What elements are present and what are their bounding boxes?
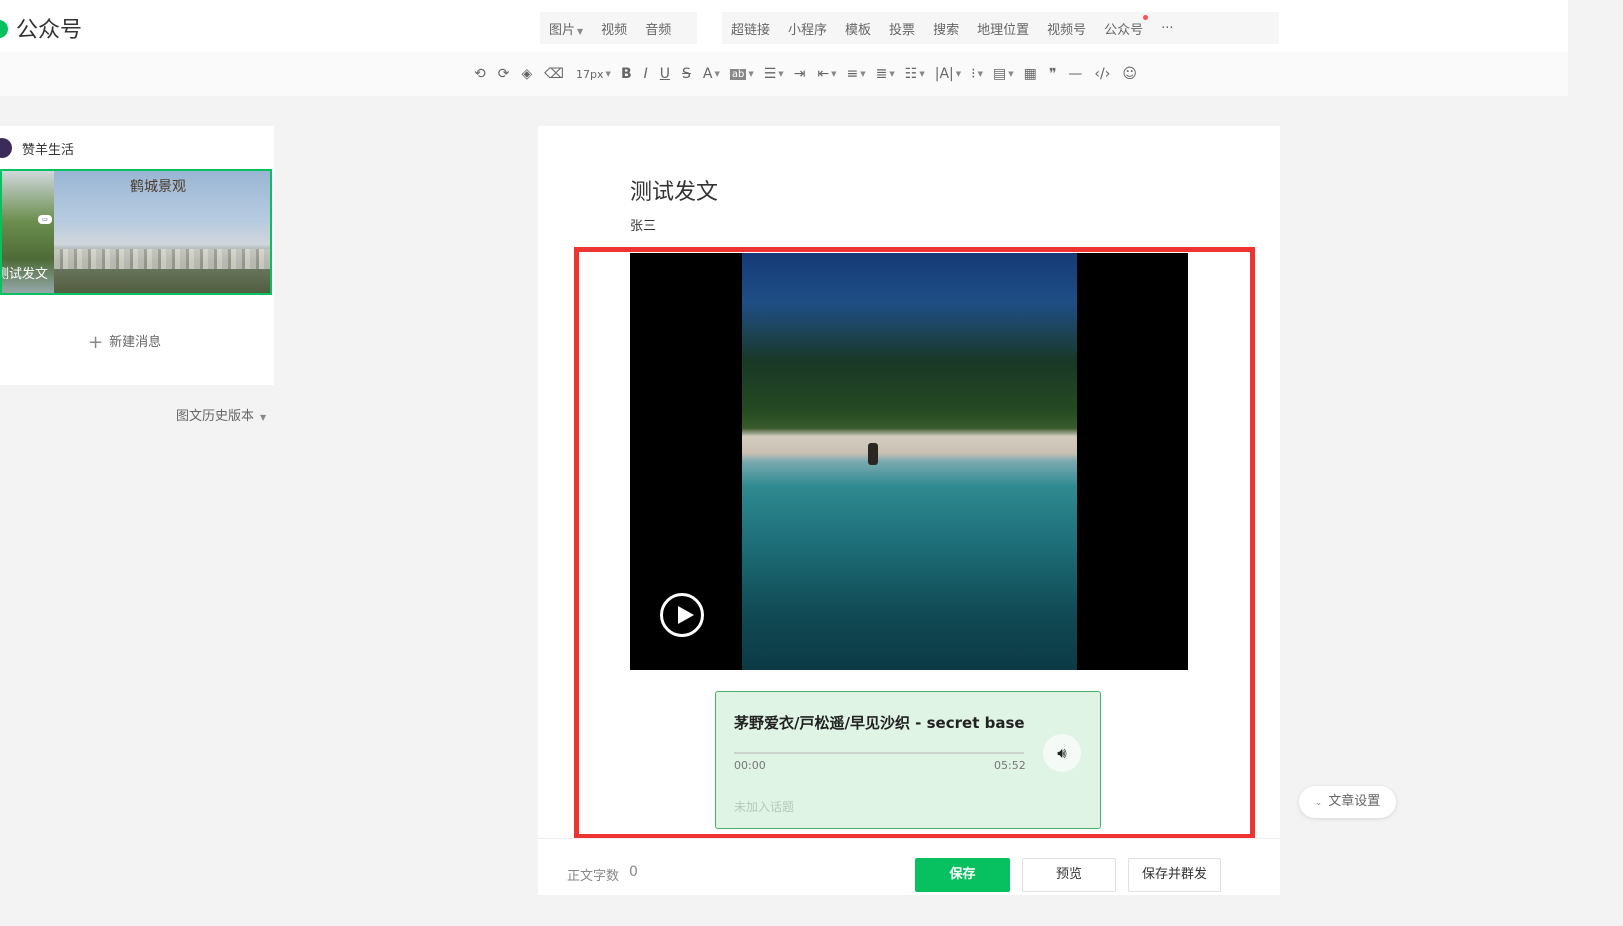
insert-image-menu[interactable]: 图片 ▼ xyxy=(540,19,592,38)
align-icon[interactable]: ☰ xyxy=(764,66,777,82)
insert-channels-button[interactable]: 视频号 xyxy=(1038,19,1095,38)
paragraph-spacing-icon[interactable]: ≣ xyxy=(876,66,888,82)
redo-icon[interactable]: ⟳ xyxy=(498,66,510,82)
history-version-link[interactable]: 图文历史版本 ▼ xyxy=(176,405,266,424)
format-toolbar: ⟲ ⟳ ◈ ⌫ 17px ▼ B I U S A ▼ ab ▼ ☰ ▼ ⇥ ⇤ ▼ ≡ ▼ … xyxy=(0,52,1568,96)
indent-icon[interactable]: ⇥ xyxy=(794,66,806,82)
cover-image: 鹤城景观 xyxy=(54,171,270,293)
insert-location-button[interactable]: 地理位置 xyxy=(968,19,1038,38)
font-color-icon[interactable]: A xyxy=(703,66,713,82)
insert-official-account-button[interactable]: 公众号 xyxy=(1095,14,1152,38)
divider-icon[interactable]: — xyxy=(1068,66,1082,82)
insert-more-group: 超链接 小程序 模板 投票 搜索 地理位置 视频号 公众号 ··· xyxy=(722,12,1279,44)
insert-audio-button[interactable]: 音频 xyxy=(636,19,680,38)
caret-down-icon: ▼ xyxy=(955,70,962,78)
caret-down-icon: ▼ xyxy=(977,70,983,78)
caret-down-icon: ▼ xyxy=(778,70,784,78)
more-options-button[interactable]: ··· xyxy=(1152,21,1182,36)
selection-highlight-box xyxy=(574,247,1255,839)
save-and-send-button[interactable]: 保存并群发 xyxy=(1128,858,1221,892)
bottom-action-bar: 正文字数 0 保存 预览 保存并群发 xyxy=(538,838,1280,895)
underline-icon[interactable]: U xyxy=(660,66,670,82)
article-thumbnail-card[interactable]: ▭ 测试发文 鹤城景观 xyxy=(0,169,272,295)
caret-down-icon: ▼ xyxy=(714,70,720,78)
float-icon[interactable]: ▤ xyxy=(993,66,1006,82)
cover-image-title: 鹤城景观 xyxy=(130,179,186,195)
city-skyline xyxy=(54,249,270,269)
previous-article-thumb[interactable]: ▭ 测试发文 xyxy=(0,171,54,293)
caret-down-icon: ▼ xyxy=(1008,70,1014,78)
article-editor: 测试发文 张三 茅野爱衣/戸松遥/早见沙织 - secret base 00:0… xyxy=(538,126,1280,895)
chevron-down-icon: ⌄ xyxy=(1314,798,1323,808)
letter-spacing-icon[interactable]: |A| xyxy=(935,66,954,82)
italic-icon[interactable]: I xyxy=(644,66,648,82)
bold-icon[interactable]: B xyxy=(621,66,632,82)
insert-media-group: 图片 ▼ 视频 音频 xyxy=(540,12,697,44)
caret-down-icon: ▼ xyxy=(748,70,754,78)
undo-icon[interactable]: ⟲ xyxy=(474,66,486,82)
quote-icon[interactable]: ❞ xyxy=(1049,66,1057,82)
code-icon[interactable]: ‹/› xyxy=(1094,66,1110,82)
font-size-select[interactable]: 17px xyxy=(576,68,604,81)
thumb-caption: 测试发文 xyxy=(0,267,49,282)
article-list-panel: 赞羊生活 ▭ 测试发文 鹤城景观 + 新建消息 xyxy=(0,126,274,385)
preview-button[interactable]: 预览 xyxy=(1022,858,1116,892)
insert-vote-button[interactable]: 投票 xyxy=(880,19,924,38)
article-title-input[interactable]: 测试发文 xyxy=(630,174,718,206)
account-avatar xyxy=(0,138,12,158)
list-icon[interactable]: ☷ xyxy=(905,66,918,82)
insert-miniprogram-button[interactable]: 小程序 xyxy=(779,19,836,38)
article-settings-button[interactable]: ⌄ 文章设置 xyxy=(1299,786,1396,818)
clear-format-icon[interactable]: ⌫ xyxy=(544,66,564,82)
brand-name: 公众号 xyxy=(16,18,83,43)
insert-hyperlink-button[interactable]: 超链接 xyxy=(722,19,779,38)
bullet-list-icon[interactable]: ⁝ xyxy=(971,66,975,82)
new-message-button[interactable]: + 新建消息 xyxy=(88,331,161,353)
caret-down-icon: ▼ xyxy=(919,70,925,78)
caret-down-icon: ▼ xyxy=(577,26,584,36)
emoji-icon[interactable]: ☺ xyxy=(1122,66,1137,82)
caret-down-icon: ▼ xyxy=(860,70,866,78)
format-brush-icon[interactable]: ◈ xyxy=(521,66,532,82)
save-button[interactable]: 保存 xyxy=(915,858,1010,892)
notification-dot xyxy=(1143,14,1149,20)
caret-down-icon: ▼ xyxy=(260,413,267,422)
image-count-badge: ▭ xyxy=(38,215,52,224)
insert-video-button[interactable]: 视频 xyxy=(592,19,636,38)
caret-down-icon: ▼ xyxy=(831,70,837,78)
caret-down-icon: ▼ xyxy=(889,70,895,78)
outdent-icon[interactable]: ⇤ xyxy=(817,66,829,82)
word-count-label: 正文字数 xyxy=(567,869,620,884)
highlight-icon[interactable]: ab xyxy=(729,68,747,80)
plus-icon: + xyxy=(88,332,104,353)
line-spacing-icon[interactable]: ≡ xyxy=(847,66,859,82)
article-author-input[interactable]: 张三 xyxy=(630,215,656,234)
caret-down-icon: ▼ xyxy=(605,70,611,78)
insert-template-button[interactable]: 模板 xyxy=(836,19,880,38)
strikethrough-icon[interactable]: S xyxy=(682,66,691,82)
wechat-logo-icon xyxy=(0,20,8,38)
top-header: 公众号 图片 ▼ 视频 音频 超链接 小程序 模板 投票 搜索 地理位置 视频号 … xyxy=(0,0,1568,52)
table-icon[interactable]: ▦ xyxy=(1024,66,1037,82)
account-name: 赞羊生活 xyxy=(22,143,75,158)
word-count-value: 0 xyxy=(629,864,638,880)
insert-search-button[interactable]: 搜索 xyxy=(924,19,968,38)
